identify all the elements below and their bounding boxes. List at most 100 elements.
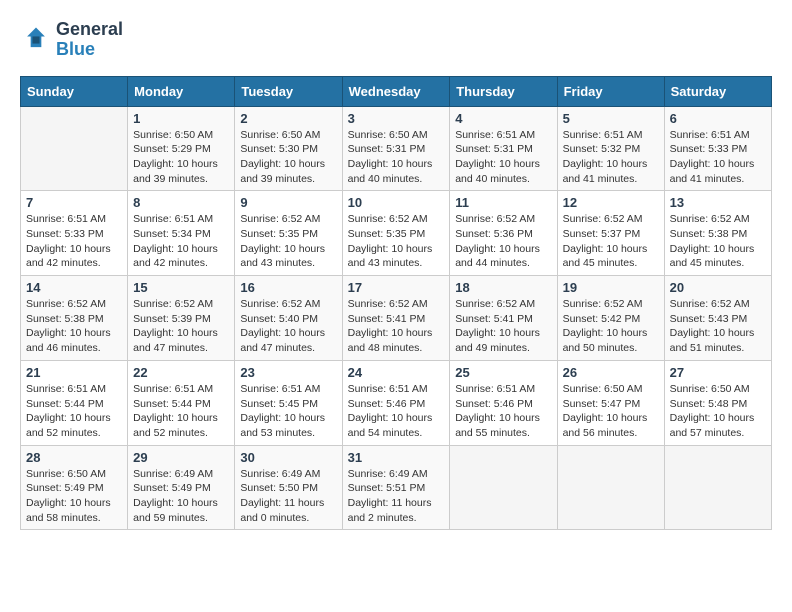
calendar-cell: 18 Sunrise: 6:52 AMSunset: 5:41 PMDayligh… (450, 276, 557, 361)
day-detail: Sunrise: 6:52 AMSunset: 5:43 PMDaylight:… (670, 297, 766, 356)
calendar-row-3: 14 Sunrise: 6:52 AMSunset: 5:38 PMDayligh… (21, 276, 772, 361)
day-number: 21 (26, 365, 122, 380)
day-detail: Sunrise: 6:51 AMSunset: 5:33 PMDaylight:… (26, 212, 122, 271)
calendar-cell: 2 Sunrise: 6:50 AMSunset: 5:30 PMDaylight… (235, 106, 342, 191)
day-number: 25 (455, 365, 551, 380)
calendar-cell: 8 Sunrise: 6:51 AMSunset: 5:34 PMDaylight… (128, 191, 235, 276)
logo: General Blue (20, 20, 123, 60)
day-number: 30 (240, 450, 336, 465)
calendar-cell: 14 Sunrise: 6:52 AMSunset: 5:38 PMDayligh… (21, 276, 128, 361)
day-detail: Sunrise: 6:52 AMSunset: 5:38 PMDaylight:… (26, 297, 122, 356)
day-number: 18 (455, 280, 551, 295)
day-detail: Sunrise: 6:51 AMSunset: 5:33 PMDaylight:… (670, 128, 766, 187)
day-detail: Sunrise: 6:52 AMSunset: 5:35 PMDaylight:… (240, 212, 336, 271)
calendar-cell: 21 Sunrise: 6:51 AMSunset: 5:44 PMDayligh… (21, 360, 128, 445)
day-detail: Sunrise: 6:52 AMSunset: 5:35 PMDaylight:… (348, 212, 445, 271)
day-detail: Sunrise: 6:50 AMSunset: 5:29 PMDaylight:… (133, 128, 229, 187)
day-detail: Sunrise: 6:52 AMSunset: 5:39 PMDaylight:… (133, 297, 229, 356)
calendar-cell: 27 Sunrise: 6:50 AMSunset: 5:48 PMDayligh… (664, 360, 771, 445)
calendar-cell: 22 Sunrise: 6:51 AMSunset: 5:44 PMDayligh… (128, 360, 235, 445)
day-number: 23 (240, 365, 336, 380)
calendar-cell: 16 Sunrise: 6:52 AMSunset: 5:40 PMDayligh… (235, 276, 342, 361)
day-detail: Sunrise: 6:49 AMSunset: 5:51 PMDaylight:… (348, 467, 445, 526)
day-number: 16 (240, 280, 336, 295)
day-detail: Sunrise: 6:49 AMSunset: 5:50 PMDaylight:… (240, 467, 336, 526)
calendar-cell (664, 445, 771, 530)
day-detail: Sunrise: 6:51 AMSunset: 5:46 PMDaylight:… (348, 382, 445, 441)
calendar-cell: 15 Sunrise: 6:52 AMSunset: 5:39 PMDayligh… (128, 276, 235, 361)
calendar-cell (557, 445, 664, 530)
calendar-cell: 24Sunrise: 6:51 AMSunset: 5:46 PMDayligh… (342, 360, 450, 445)
day-number: 13 (670, 195, 766, 210)
logo-icon (20, 24, 52, 56)
day-detail: Sunrise: 6:50 AMSunset: 5:31 PMDaylight:… (348, 128, 445, 187)
calendar-cell: 5 Sunrise: 6:51 AMSunset: 5:32 PMDaylight… (557, 106, 664, 191)
col-header-wednesday: Wednesday (342, 76, 450, 106)
day-detail: Sunrise: 6:51 AMSunset: 5:34 PMDaylight:… (133, 212, 229, 271)
day-number: 2 (240, 111, 336, 126)
day-number: 10 (348, 195, 445, 210)
day-number: 22 (133, 365, 229, 380)
calendar-cell: 7 Sunrise: 6:51 AMSunset: 5:33 PMDaylight… (21, 191, 128, 276)
day-number: 28 (26, 450, 122, 465)
calendar-cell: 17 Sunrise: 6:52 AMSunset: 5:41 PMDayligh… (342, 276, 450, 361)
day-detail: Sunrise: 6:52 AMSunset: 5:36 PMDaylight:… (455, 212, 551, 271)
col-header-thursday: Thursday (450, 76, 557, 106)
day-number: 12 (563, 195, 659, 210)
day-number: 17 (348, 280, 445, 295)
calendar-cell: 28 Sunrise: 6:50 AMSunset: 5:49 PMDayligh… (21, 445, 128, 530)
day-number: 7 (26, 195, 122, 210)
calendar-cell: 12Sunrise: 6:52 AMSunset: 5:37 PMDayligh… (557, 191, 664, 276)
calendar-cell (450, 445, 557, 530)
day-number: 14 (26, 280, 122, 295)
calendar-cell (21, 106, 128, 191)
day-detail: Sunrise: 6:52 AMSunset: 5:38 PMDaylight:… (670, 212, 766, 271)
day-number: 26 (563, 365, 659, 380)
calendar-cell: 3 Sunrise: 6:50 AMSunset: 5:31 PMDaylight… (342, 106, 450, 191)
day-number: 15 (133, 280, 229, 295)
day-number: 6 (670, 111, 766, 126)
day-detail: Sunrise: 6:51 AMSunset: 5:31 PMDaylight:… (455, 128, 551, 187)
day-detail: Sunrise: 6:51 AMSunset: 5:44 PMDaylight:… (26, 382, 122, 441)
day-detail: Sunrise: 6:50 AMSunset: 5:49 PMDaylight:… (26, 467, 122, 526)
calendar-cell: 29 Sunrise: 6:49 AMSunset: 5:49 PMDayligh… (128, 445, 235, 530)
day-detail: Sunrise: 6:51 AMSunset: 5:32 PMDaylight:… (563, 128, 659, 187)
header-row: SundayMondayTuesdayWednesdayThursdayFrid… (21, 76, 772, 106)
day-number: 27 (670, 365, 766, 380)
day-detail: Sunrise: 6:52 AMSunset: 5:41 PMDaylight:… (348, 297, 445, 356)
day-number: 19 (563, 280, 659, 295)
calendar-cell: 6 Sunrise: 6:51 AMSunset: 5:33 PMDaylight… (664, 106, 771, 191)
day-detail: Sunrise: 6:49 AMSunset: 5:49 PMDaylight:… (133, 467, 229, 526)
day-detail: Sunrise: 6:52 AMSunset: 5:41 PMDaylight:… (455, 297, 551, 356)
day-detail: Sunrise: 6:50 AMSunset: 5:48 PMDaylight:… (670, 382, 766, 441)
col-header-saturday: Saturday (664, 76, 771, 106)
calendar-table: SundayMondayTuesdayWednesdayThursdayFrid… (20, 76, 772, 531)
col-header-friday: Friday (557, 76, 664, 106)
day-detail: Sunrise: 6:51 AMSunset: 5:46 PMDaylight:… (455, 382, 551, 441)
day-detail: Sunrise: 6:52 AMSunset: 5:42 PMDaylight:… (563, 297, 659, 356)
calendar-cell: 4Sunrise: 6:51 AMSunset: 5:31 PMDaylight… (450, 106, 557, 191)
calendar-row-2: 7 Sunrise: 6:51 AMSunset: 5:33 PMDaylight… (21, 191, 772, 276)
day-number: 29 (133, 450, 229, 465)
day-number: 3 (348, 111, 445, 126)
page-header: General Blue (20, 20, 772, 60)
day-detail: Sunrise: 6:52 AMSunset: 5:40 PMDaylight:… (240, 297, 336, 356)
calendar-cell: 31Sunrise: 6:49 AMSunset: 5:51 PMDayligh… (342, 445, 450, 530)
day-number: 20 (670, 280, 766, 295)
calendar-cell: 30 Sunrise: 6:49 AMSunset: 5:50 PMDayligh… (235, 445, 342, 530)
col-header-sunday: Sunday (21, 76, 128, 106)
calendar-cell: 26Sunrise: 6:50 AMSunset: 5:47 PMDayligh… (557, 360, 664, 445)
calendar-cell: 13 Sunrise: 6:52 AMSunset: 5:38 PMDayligh… (664, 191, 771, 276)
day-detail: Sunrise: 6:50 AMSunset: 5:30 PMDaylight:… (240, 128, 336, 187)
calendar-cell: 19 Sunrise: 6:52 AMSunset: 5:42 PMDayligh… (557, 276, 664, 361)
calendar-cell: 9Sunrise: 6:52 AMSunset: 5:35 PMDaylight… (235, 191, 342, 276)
col-header-tuesday: Tuesday (235, 76, 342, 106)
day-number: 1 (133, 111, 229, 126)
calendar-cell: 25 Sunrise: 6:51 AMSunset: 5:46 PMDayligh… (450, 360, 557, 445)
day-detail: Sunrise: 6:51 AMSunset: 5:44 PMDaylight:… (133, 382, 229, 441)
day-number: 8 (133, 195, 229, 210)
day-detail: Sunrise: 6:51 AMSunset: 5:45 PMDaylight:… (240, 382, 336, 441)
day-number: 5 (563, 111, 659, 126)
calendar-row-4: 21 Sunrise: 6:51 AMSunset: 5:44 PMDayligh… (21, 360, 772, 445)
calendar-row-5: 28 Sunrise: 6:50 AMSunset: 5:49 PMDayligh… (21, 445, 772, 530)
